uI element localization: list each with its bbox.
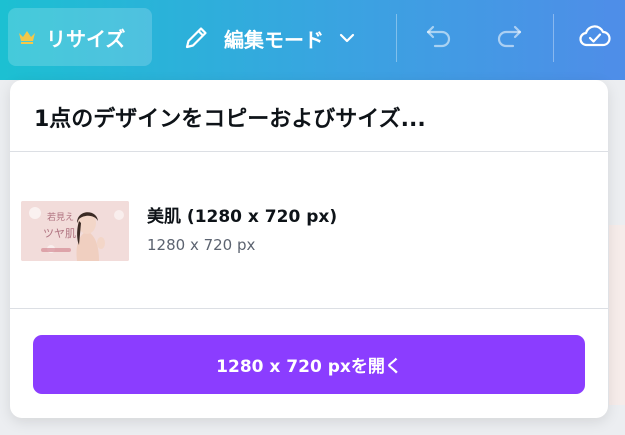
thumbnail-text-1: 若見え (47, 213, 75, 223)
design-thumbnail: 若見え ツヤ肌 (21, 201, 129, 261)
design-item[interactable]: 若見え ツヤ肌 美肌 (1280 x 720 px) 1280 x 720 px (21, 200, 581, 262)
toolbar-divider (396, 14, 397, 62)
toolbar-divider (553, 14, 554, 62)
cloud-saved-icon (578, 21, 612, 55)
redo-icon (494, 21, 524, 55)
redo-button[interactable] (491, 20, 527, 56)
crown-icon (18, 29, 36, 45)
resize-button-label: リサイズ (46, 26, 126, 51)
edit-mode-label: 編集モード (224, 27, 324, 52)
design-name: 美肌 (1280 x 720 px) (147, 207, 338, 227)
cloud-save-status[interactable] (577, 20, 613, 56)
canvas-edge (609, 225, 625, 405)
undo-icon (424, 21, 454, 55)
pencil-icon (182, 24, 210, 52)
divider (10, 308, 608, 309)
editor-toolbar: リサイズ 編集モード (0, 0, 625, 80)
resize-button[interactable]: リサイズ (8, 8, 152, 66)
thumbnail-text-2: ツヤ肌 (43, 227, 76, 240)
design-dimensions: 1280 x 720 px (147, 236, 256, 254)
open-design-button[interactable]: 1280 x 720 pxを開く (33, 335, 585, 394)
undo-button[interactable] (421, 20, 457, 56)
panel-title: 1点のデザインをコピーおよびサイズ... (34, 107, 426, 132)
divider (10, 151, 608, 152)
resize-copy-panel: 1点のデザインをコピーおよびサイズ... 若見え ツヤ肌 美肌 (1280 x … (10, 80, 608, 418)
edit-mode-dropdown[interactable]: 編集モード (182, 18, 356, 58)
chevron-down-icon (338, 29, 356, 47)
